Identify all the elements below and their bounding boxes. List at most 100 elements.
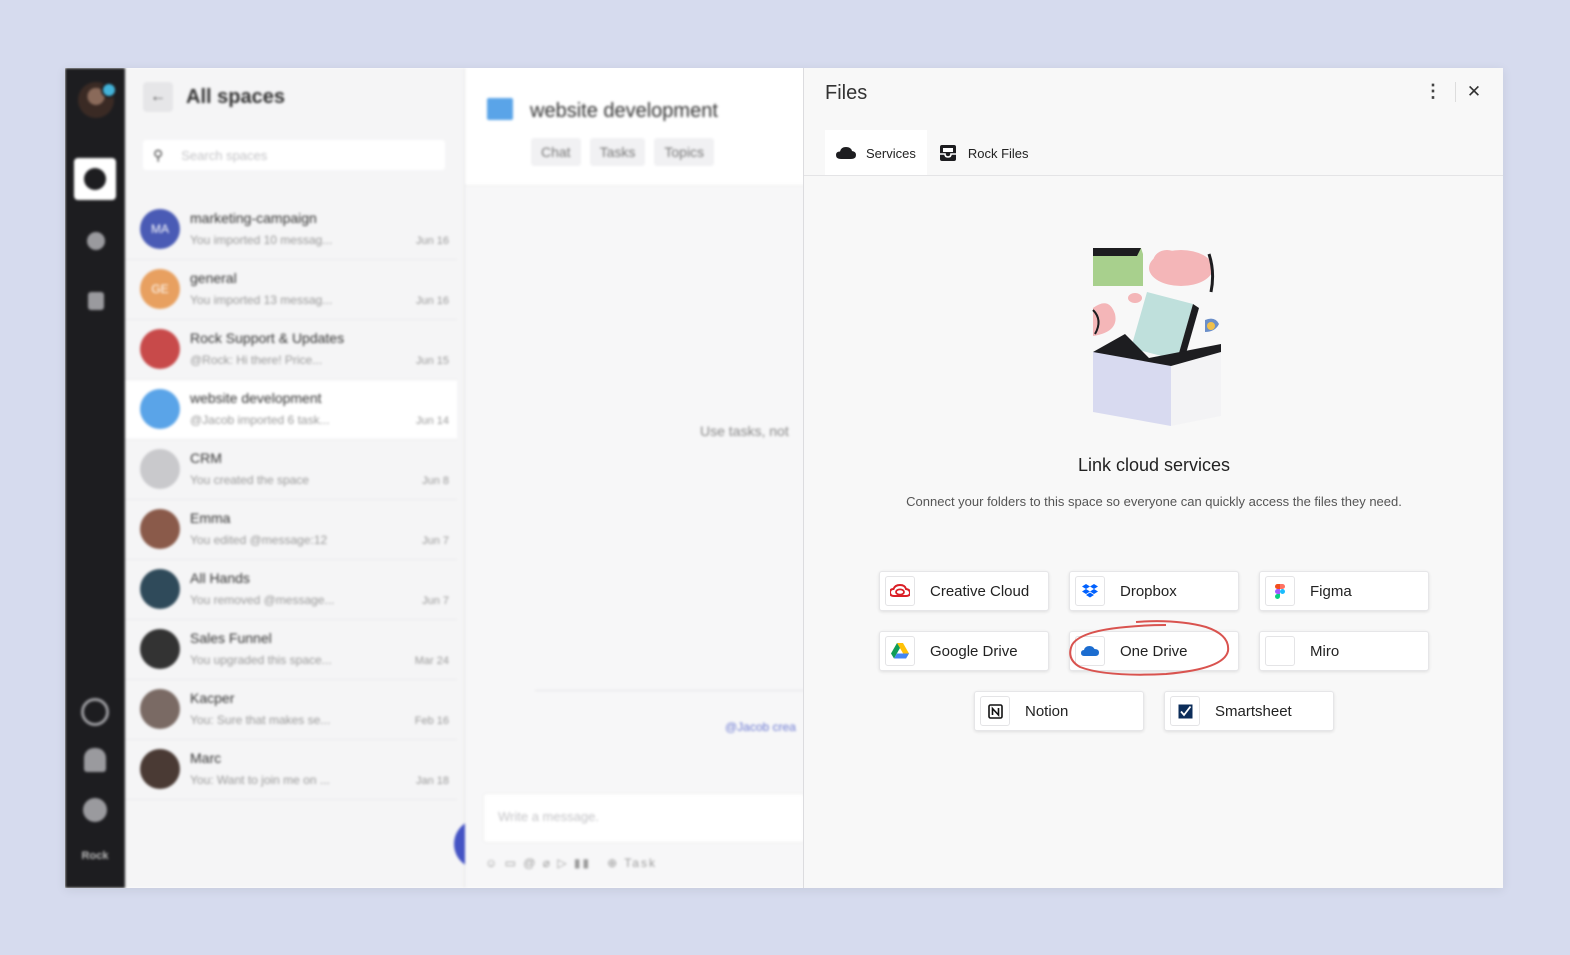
- chat-panel: website development Chat Tasks Topics Us…: [465, 68, 805, 888]
- space-preview: You edited @message:12: [190, 533, 328, 547]
- space-row[interactable]: Marc You: Want to join me on ... Jan 18: [125, 740, 457, 800]
- space-name: website development: [190, 390, 322, 406]
- space-title: website development: [530, 100, 718, 122]
- smartsheet-icon: [1170, 696, 1200, 726]
- back-button[interactable]: ←: [143, 82, 173, 112]
- space-row[interactable]: GE general You imported 13 messag... Jun 16: [125, 260, 457, 320]
- file-icon[interactable]: [88, 292, 104, 310]
- hero-title: Link cloud services: [1077, 455, 1231, 475]
- space-date: Jun 16: [415, 235, 449, 247]
- figma-button[interactable]: Figma: [1259, 571, 1429, 611]
- tab-label: Rock Files: [967, 145, 1029, 161]
- space-avatar: [140, 749, 180, 789]
- space-avatar: [140, 509, 180, 549]
- dropbox-button[interactable]: Dropbox: [1069, 571, 1239, 611]
- space-preview: You removed @message...: [190, 593, 335, 607]
- space-name: CRM: [190, 450, 222, 466]
- space-preview: You: Want to join me on ...: [190, 773, 330, 787]
- space-date: Mar 24: [414, 655, 449, 667]
- hero-subtitle: Connect your folders to this space so ev…: [906, 494, 1402, 509]
- space-avatar: GE: [140, 269, 180, 309]
- space-preview: @Jacob imported 6 task...: [190, 413, 330, 427]
- message-input[interactable]: Write a message.: [483, 793, 805, 843]
- notion-icon: [980, 696, 1010, 726]
- space-date: Jun 16: [415, 295, 449, 307]
- google-drive-button[interactable]: Google Drive: [879, 631, 1049, 671]
- clock-icon[interactable]: [81, 698, 109, 726]
- composer-toolbar[interactable]: ☺ ▭ @ ⌀ ▷ ▮▮ ⊕ Task: [485, 856, 657, 870]
- files-panel: Files ⋮ ✕ Services Rock Files Link cloud…: [803, 68, 1503, 888]
- space-preview: You imported 10 messag...: [190, 233, 333, 247]
- nav-rail: Rock: [65, 68, 125, 888]
- space-avatar: [140, 629, 180, 669]
- tab-label: Services: [866, 145, 916, 161]
- search-icon: ⚲: [153, 146, 164, 163]
- creative-cloud-button[interactable]: Creative Cloud: [879, 571, 1049, 611]
- space-date: Jun 8: [422, 475, 449, 487]
- space-row[interactable]: website development @Jacob imported 6 tas…: [125, 380, 457, 440]
- space-avatar: [140, 449, 180, 489]
- dropbox-icon: [1075, 576, 1105, 606]
- tab-rock-files[interactable]: Rock Files: [927, 130, 1040, 176]
- smartsheet-button[interactable]: Smartsheet: [1164, 691, 1334, 731]
- space-row[interactable]: Rock Support & Updates @Rock: Hi there! P…: [125, 320, 457, 380]
- space-avatar: [140, 389, 180, 429]
- inbox-icon: [938, 143, 958, 163]
- chat-empty-text: Use tasks, not: [700, 423, 789, 439]
- space-preview: You created the space: [190, 473, 309, 487]
- space-name: Rock Support & Updates: [190, 330, 345, 346]
- service-label: Notion: [1025, 702, 1069, 720]
- help-icon[interactable]: [83, 798, 107, 822]
- add-task-label: Task: [624, 856, 657, 870]
- tab-chat[interactable]: Chat: [531, 138, 581, 166]
- more-options-icon[interactable]: ⋮: [1420, 82, 1446, 102]
- space-name: Emma: [190, 510, 231, 526]
- tab-services[interactable]: Services: [825, 130, 927, 176]
- close-icon[interactable]: ✕: [1462, 80, 1486, 104]
- space-avatar: [140, 569, 180, 609]
- service-label: Dropbox: [1120, 582, 1177, 600]
- space-row[interactable]: Sales Funnel You upgraded this space... Ma…: [125, 620, 457, 680]
- panel-title: Files: [825, 82, 868, 104]
- space-name: Sales Funnel: [190, 630, 272, 646]
- space-preview: You upgraded this space...: [190, 653, 332, 667]
- cloud-box-illustration: [1089, 248, 1221, 428]
- search-spaces-input[interactable]: ⚲ Search spaces: [143, 140, 445, 170]
- tab-tasks[interactable]: Tasks: [589, 138, 646, 166]
- status-dot: [101, 82, 117, 98]
- brand-label: Rock: [81, 850, 109, 862]
- miro-button[interactable]: Miro: [1259, 631, 1429, 671]
- spaces-panel: ← All spaces ⚲ Search spaces MA marketing…: [125, 68, 504, 888]
- chat-event: @Jacob crea: [725, 720, 796, 734]
- divider: [535, 690, 805, 691]
- space-preview: You imported 13 messag...: [190, 293, 333, 307]
- workspace-button[interactable]: [74, 158, 116, 200]
- space-row[interactable]: Kacper You: Sure that makes se... Feb 16: [125, 680, 457, 740]
- space-date: Jun 7: [422, 595, 449, 607]
- service-label: Smartsheet: [1215, 702, 1292, 720]
- divider: [1455, 82, 1456, 102]
- notion-button[interactable]: Notion: [974, 691, 1144, 731]
- spaces-title: All spaces: [186, 85, 285, 108]
- background-app: Rock ← All spaces ⚲ Search spaces MA mark…: [65, 68, 805, 888]
- space-date: Jun 15: [415, 355, 449, 367]
- space-name: All Hands: [190, 570, 250, 586]
- figma-icon: [1265, 576, 1295, 606]
- search-placeholder: Search spaces: [181, 147, 268, 163]
- message-placeholder: Write a message.: [498, 809, 599, 824]
- tasks-icon[interactable]: [87, 232, 105, 250]
- tab-topics[interactable]: Topics: [654, 138, 715, 166]
- space-row[interactable]: CRM You created the space Jun 8: [125, 440, 457, 500]
- service-label: Figma: [1310, 582, 1352, 600]
- space-row[interactable]: Emma You edited @message:12 Jun 7: [125, 500, 457, 560]
- space-row[interactable]: MA marketing-campaign You imported 10 mess…: [125, 200, 457, 260]
- cloud-icon: [836, 143, 856, 163]
- space-preview: @Rock: Hi there! Price...: [190, 353, 323, 367]
- space-name: Marc: [190, 750, 222, 766]
- space-avatar: [140, 689, 180, 729]
- highlight-circle: [1069, 620, 1230, 676]
- google-drive-icon: [885, 636, 915, 666]
- space-row[interactable]: All Hands You removed @message... Jun 7: [125, 560, 457, 620]
- app-window: Rock ← All spaces ⚲ Search spaces MA mark…: [65, 68, 1503, 888]
- bell-icon[interactable]: [84, 748, 106, 772]
